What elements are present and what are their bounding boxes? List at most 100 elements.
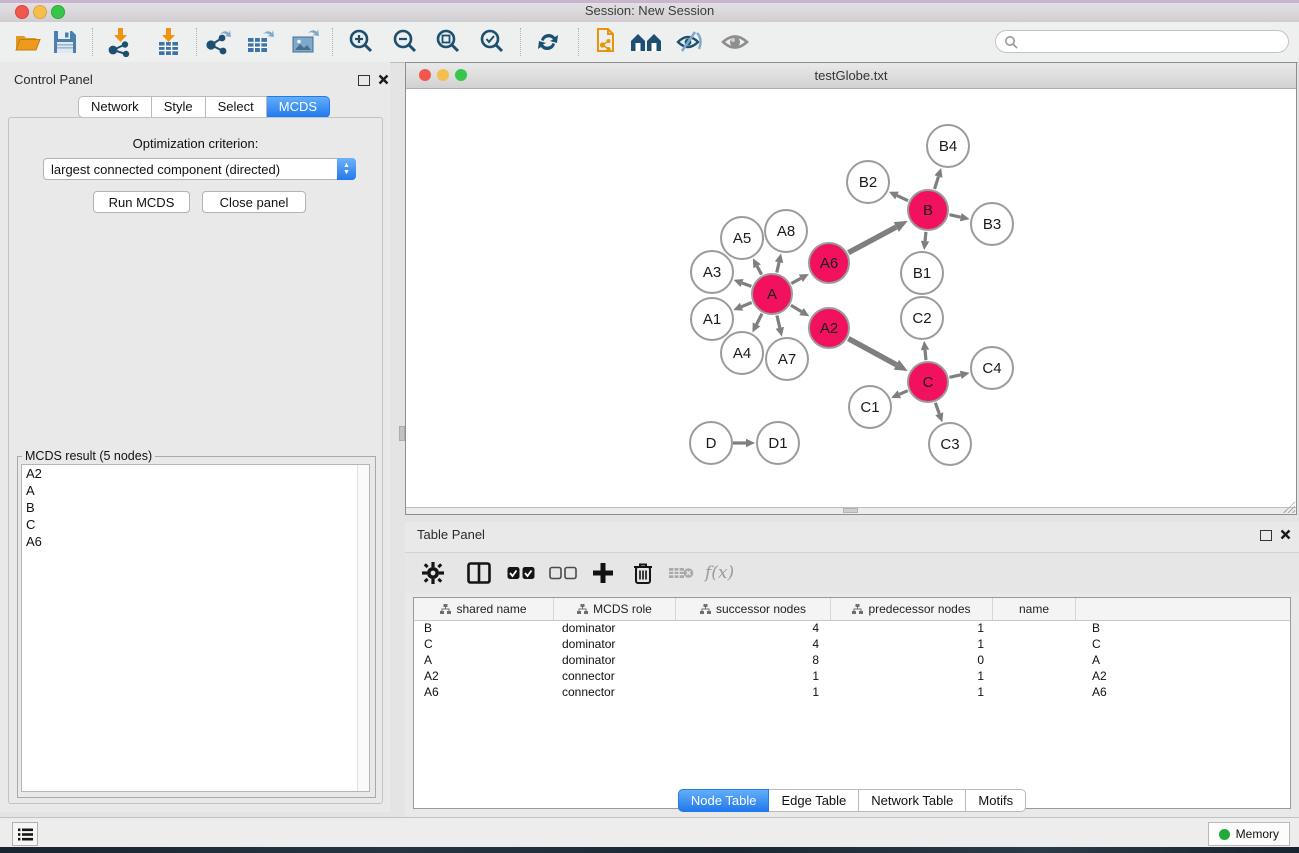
save-session-icon[interactable] [48,26,82,58]
edge-A-A7[interactable] [777,315,780,327]
column-header-successor-nodes[interactable]: successor nodes [676,598,831,620]
table-row[interactable]: Adominator80A [414,652,1290,668]
table-cell[interactable]: 1 [854,684,984,700]
result-list-scrollbar[interactable] [357,465,369,791]
result-item[interactable]: B [22,499,369,516]
table-cell[interactable]: C [1092,636,1101,652]
zoom-fit-icon[interactable] [431,26,465,58]
table-cell[interactable]: A [424,652,432,668]
search-input[interactable] [1018,34,1288,50]
edge-C-C2[interactable] [925,350,926,360]
result-item[interactable]: A2 [22,465,369,482]
table-cell[interactable]: C [424,636,433,652]
table-cell[interactable]: 1 [854,620,984,636]
search-field[interactable] [995,30,1289,53]
table-cell[interactable]: A [1092,652,1100,668]
column-header-predecessor-nodes[interactable]: predecessor nodes [831,598,993,620]
edge-B-B4[interactable] [935,177,939,189]
tab-select[interactable]: Select [206,96,267,118]
table-cell[interactable]: 1 [854,636,984,652]
table-cell[interactable]: 0 [854,652,984,668]
result-item[interactable]: A6 [22,533,369,550]
tab-style[interactable]: Style [152,96,206,118]
tab-network-table[interactable]: Network Table [859,789,966,812]
tab-mcds[interactable]: MCDS [267,96,330,118]
table-cell[interactable]: 1 [854,668,984,684]
edge-A-A3[interactable] [742,283,751,286]
zoom-selected-icon[interactable] [475,26,509,58]
network-window-titlebar[interactable]: testGlobe.txt [406,63,1296,89]
table-cell[interactable]: B [1092,620,1100,636]
edge-A-A6[interactable] [791,278,801,283]
task-history-button[interactable] [12,822,38,846]
table-row[interactable]: A6connector11A6 [414,684,1290,700]
home-layout-icon[interactable] [630,26,664,58]
table-cell[interactable]: 4 [694,620,819,636]
edge-B-B2[interactable] [897,196,908,201]
close-panel-button[interactable]: Close panel [202,191,306,213]
tab-edge-table[interactable]: Edge Table [769,789,859,812]
tab-motifs[interactable]: Motifs [966,789,1026,812]
edge-A-A5[interactable] [757,266,762,274]
float-panel-icon[interactable] [358,73,370,91]
refresh-icon[interactable] [531,26,565,58]
network-hscrollbar[interactable] [406,507,1296,514]
column-header-shared-name[interactable]: shared name [414,598,554,620]
zoom-in-icon[interactable] [344,26,378,58]
edge-C-C3[interactable] [935,403,939,414]
deselect-all-checkboxes-icon[interactable] [549,559,577,587]
open-file-icon[interactable] [11,26,45,58]
show-details-icon[interactable] [718,26,752,58]
edge-A-A4[interactable] [757,314,763,325]
table-cell[interactable]: 8 [694,652,819,668]
delete-column-trash-icon[interactable] [629,559,657,587]
edge-A-A2[interactable] [791,305,802,311]
hide-details-icon[interactable] [673,26,707,58]
edge-B-B1[interactable] [925,232,926,241]
export-network-icon[interactable] [201,26,235,58]
zoom-out-icon[interactable] [388,26,422,58]
close-table-panel-icon[interactable] [1280,527,1291,545]
edge-A-A1[interactable] [742,302,752,306]
edge-A6-B[interactable] [848,227,896,253]
import-table-icon[interactable] [151,26,185,58]
table-cell[interactable]: 1 [694,684,819,700]
table-cell[interactable]: B [424,620,432,636]
column-header-name[interactable]: name [993,598,1076,620]
close-panel-icon[interactable] [378,72,389,90]
table-cell[interactable]: 1 [694,668,819,684]
table-settings-gear-icon[interactable] [419,559,447,587]
table-row[interactable]: A2 connector 1 1 A2 [414,668,1290,684]
resize-grip-icon[interactable] [1283,501,1295,513]
export-image-icon[interactable] [288,26,322,58]
network-graph-canvas[interactable]: AA1A2A3A4A5A6A7A8BB1B2B3B4CC1C2C3C4DD1 [406,88,1296,514]
table-cell[interactable]: connector [562,684,615,700]
table-cell[interactable]: A6 [1092,684,1107,700]
select-all-checkboxes-icon[interactable] [507,559,535,587]
column-header-MCDS-role[interactable]: MCDS role [554,598,676,620]
float-table-panel-icon[interactable] [1260,528,1272,546]
export-table-icon[interactable] [243,26,277,58]
result-item[interactable]: C [22,516,369,533]
criterion-dropdown[interactable]: largest connected component (directed) ▲… [43,158,356,180]
clone-network-icon[interactable] [588,26,622,58]
table-cell[interactable]: 4 [694,636,819,652]
tab-node-table[interactable]: Node Table [678,789,770,812]
mcds-result-list[interactable]: A2 A B C A6 [21,464,370,792]
network-vscrollbar[interactable] [399,89,405,512]
edge-A2-C[interactable] [848,339,896,365]
table-cell[interactable]: connector [562,668,615,684]
edge-B-B3[interactable] [949,215,960,217]
edge-A-A8[interactable] [777,262,779,272]
table-cell[interactable]: dominator [562,636,615,652]
run-mcds-button[interactable]: Run MCDS [93,191,190,213]
memory-button[interactable]: Memory [1208,822,1290,846]
table-row[interactable]: Cdominator 4 1 C [414,636,1290,652]
tab-network[interactable]: Network [78,96,152,118]
result-item[interactable]: A [22,482,369,499]
delete-table-icon[interactable] [667,559,695,587]
table-cell[interactable]: A2 [1092,668,1107,684]
add-column-plus-icon[interactable] [589,559,617,587]
table-cell[interactable]: A2 [424,668,439,684]
function-builder-button[interactable]: f(x) [705,559,734,587]
